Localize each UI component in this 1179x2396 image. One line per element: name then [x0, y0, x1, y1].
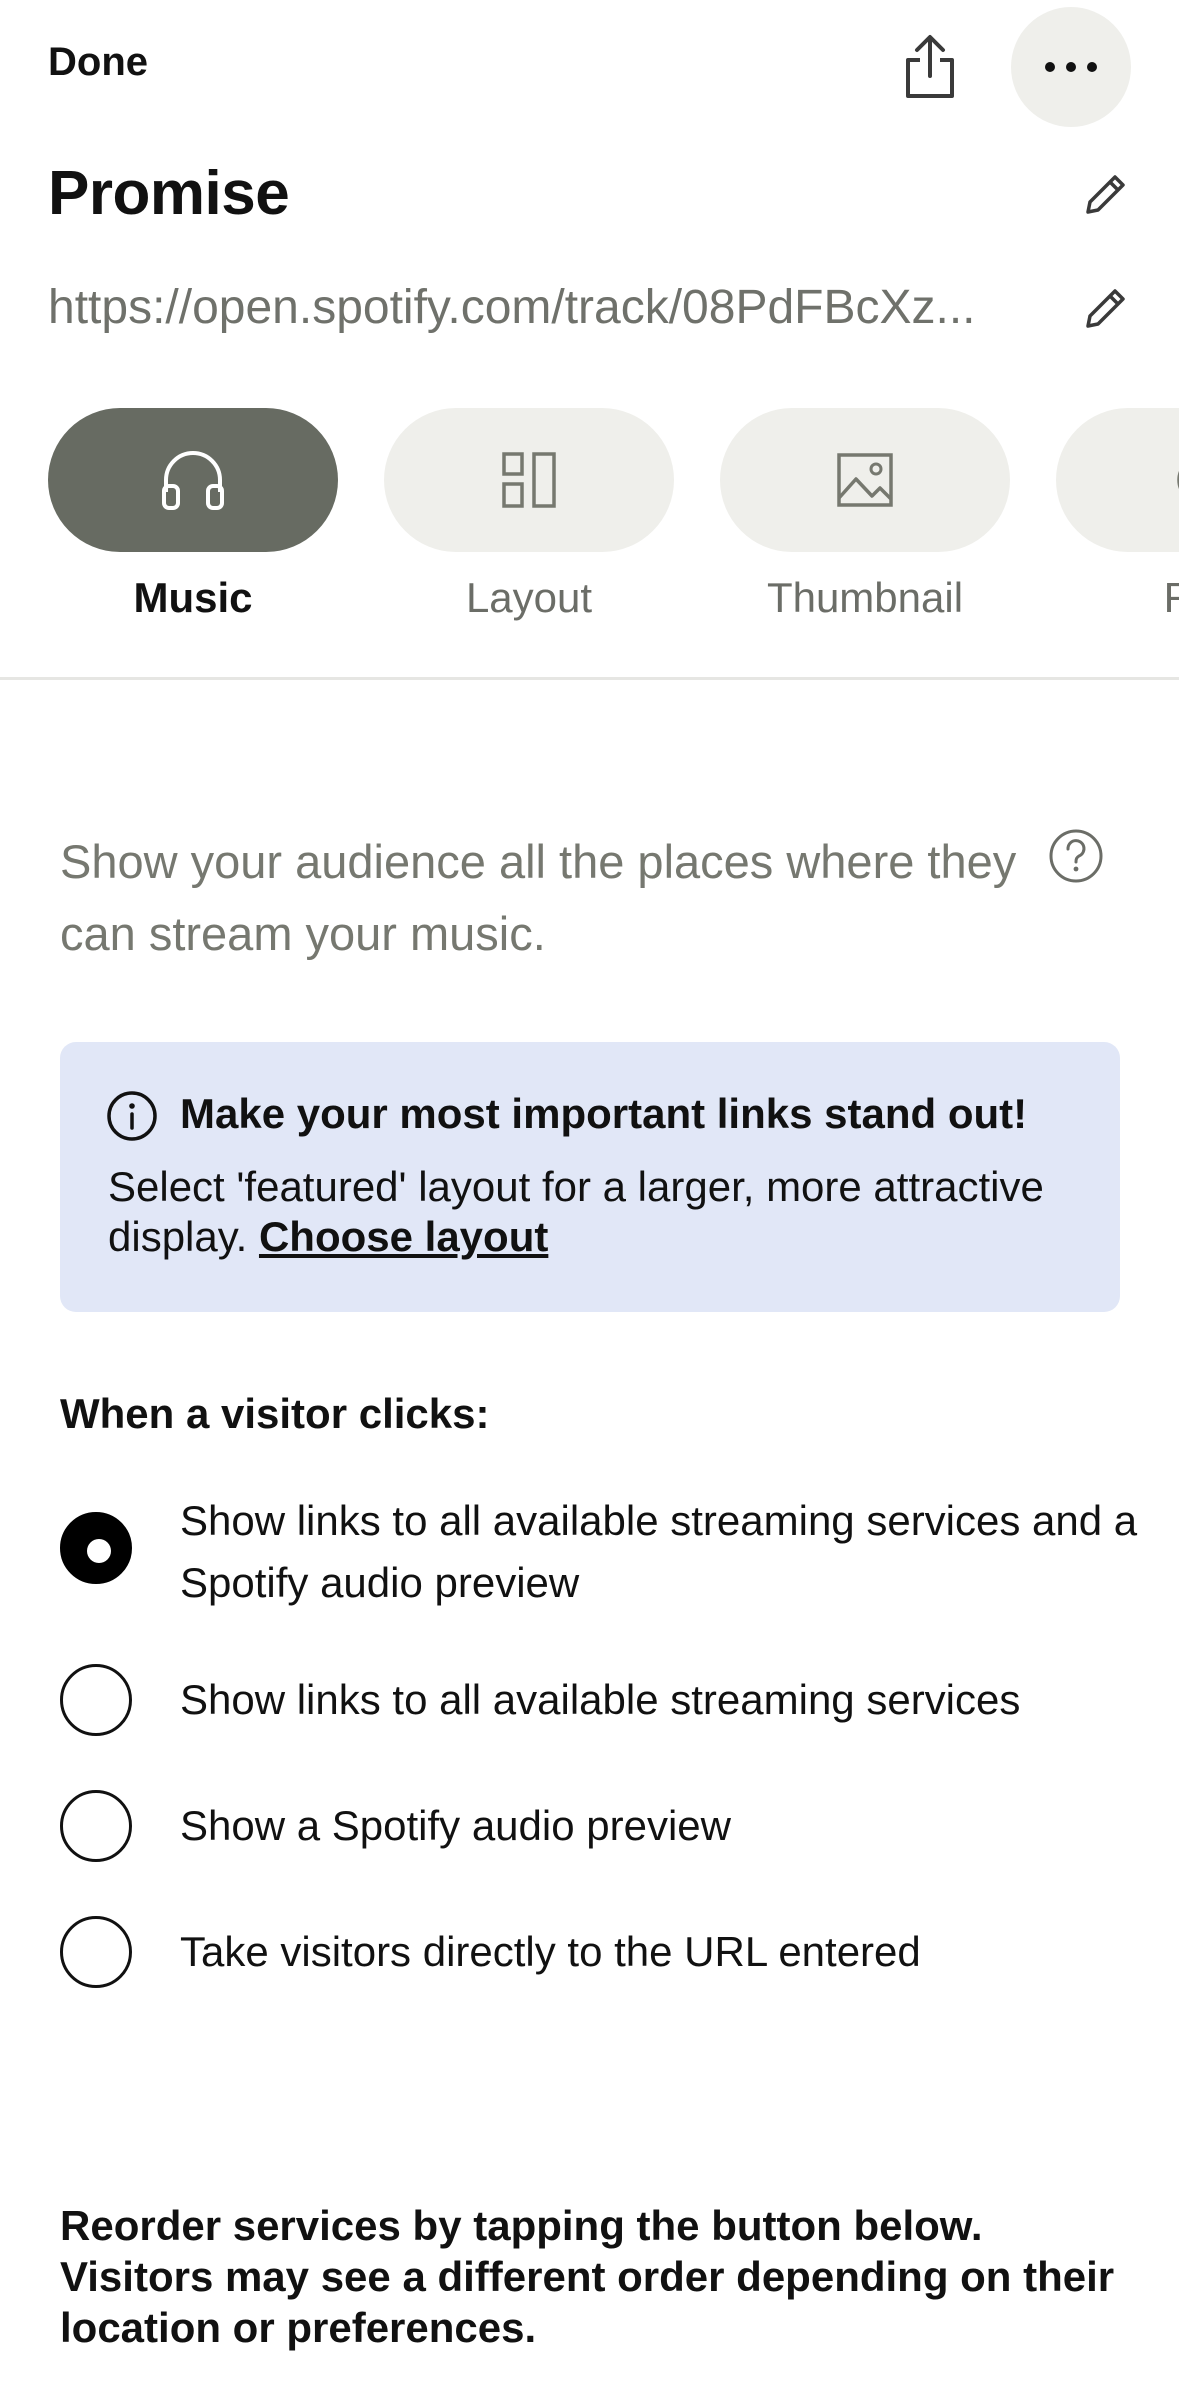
tab-layout[interactable]: Layout: [384, 408, 674, 622]
link-settings-page: Done Promise https://open.spotify.com/tr…: [0, 0, 1179, 2396]
choose-layout-link[interactable]: Choose layout: [259, 1213, 548, 1260]
option-label: Show links to all available streaming se…: [180, 1497, 1138, 1606]
radio-preview-only[interactable]: [60, 1790, 132, 1862]
image-icon: [837, 453, 893, 507]
tab-reorder-label: Rec: [1163, 574, 1179, 621]
tab-thumbnail[interactable]: Thumbnail: [720, 408, 1010, 622]
pencil-icon: [1086, 289, 1125, 328]
edit-title-button[interactable]: [1078, 166, 1134, 222]
radio-links-only[interactable]: [60, 1664, 132, 1736]
tab-layout-label: Layout: [465, 574, 593, 621]
headphones-icon: [162, 451, 224, 510]
reorder-note: Reorder services by tapping the button b…: [60, 2202, 1115, 2351]
link-url: https://open.spotify.com/track/08PdFBcXz…: [48, 281, 976, 334]
help-button[interactable]: [1048, 828, 1104, 884]
visitor-click-label: When a visitor clicks:: [60, 1390, 490, 1437]
radio-direct-url[interactable]: [60, 1916, 132, 1988]
option-label: Show links to all available streaming se…: [180, 1676, 1021, 1723]
tab-music-pill[interactable]: [48, 408, 338, 552]
tab-thumbnail-label: Thumbnail: [766, 574, 964, 621]
question-circle-icon: [1049, 829, 1103, 883]
option-preview-only[interactable]: Show a Spotify audio preview: [60, 1790, 1120, 1862]
tab-reorder-pill[interactable]: [1056, 408, 1179, 552]
radio-links-and-preview[interactable]: [60, 1512, 132, 1584]
option-links-only[interactable]: Show links to all available streaming se…: [60, 1664, 1120, 1736]
info-icon: [107, 1091, 157, 1141]
notice-body: Select 'featured' layout for a larger, m…: [108, 1162, 1088, 1262]
notice-body-text: Select 'featured' layout for a larger, m…: [108, 1163, 1044, 1260]
tabs-divider: [0, 677, 1179, 680]
intro-text: Show your audience all the places where …: [60, 835, 1017, 960]
settings-tabs: Music Layout Thumbnail R: [0, 408, 1179, 678]
link-title: Promise: [48, 159, 290, 228]
share-button[interactable]: [880, 22, 980, 112]
edit-url-button[interactable]: [1078, 280, 1134, 336]
option-label: Show a Spotify audio preview: [180, 1802, 731, 1849]
option-label: Take visitors directly to the URL entere…: [180, 1928, 921, 1975]
tab-music[interactable]: Music: [48, 408, 338, 622]
tab-layout-pill[interactable]: [384, 408, 674, 552]
option-links-and-preview[interactable]: Show links to all available streaming se…: [60, 1490, 1137, 1620]
reorder-icon: [1177, 471, 1179, 489]
share-icon: [906, 35, 954, 98]
featured-layout-notice: Make your most important links stand out…: [60, 1042, 1120, 1312]
tab-reorder[interactable]: Rec: [1056, 408, 1179, 622]
more-options-button[interactable]: [1011, 7, 1131, 127]
pencil-icon: [1086, 175, 1125, 214]
done-button[interactable]: Done: [48, 40, 148, 85]
layout-icon: [502, 452, 556, 508]
tab-thumbnail-pill[interactable]: [720, 408, 1010, 552]
more-icon: [1045, 62, 1097, 72]
tab-music-label: Music: [133, 574, 253, 621]
notice-title: Make your most important links stand out…: [180, 1090, 1028, 1137]
option-direct-url[interactable]: Take visitors directly to the URL entere…: [60, 1916, 1120, 1988]
